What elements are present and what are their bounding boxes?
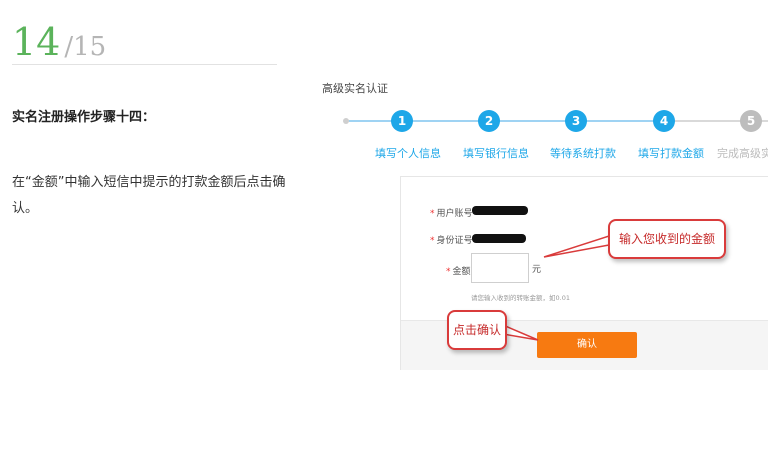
- step-title: 实名注册操作步骤十四：: [12, 110, 156, 125]
- id-row: * 身份证号: [430, 233, 473, 246]
- id-number-label: 身份证号: [436, 236, 473, 246]
- confirm-button[interactable]: 确认: [537, 332, 637, 358]
- amount-input[interactable]: [471, 253, 529, 283]
- account-value-redacted: [472, 206, 528, 215]
- confirm-callout: 点击确认: [447, 310, 507, 350]
- step-label-3: 等待系统打款: [550, 147, 616, 160]
- step-counter: 14/15: [12, 20, 106, 64]
- step-label-2: 填写银行信息: [463, 147, 529, 160]
- account-row: * 用户账号: [430, 206, 473, 219]
- step-node-5: 5: [740, 110, 762, 132]
- required-mark: *: [430, 236, 435, 246]
- amount-unit: 元: [532, 265, 542, 275]
- amount-callout: 输入您收到的金额: [608, 219, 726, 259]
- verification-page-title: 高级实名认证: [322, 82, 388, 95]
- required-mark: *: [446, 267, 451, 277]
- id-number-value-redacted: [472, 234, 526, 243]
- required-mark: *: [430, 209, 435, 219]
- step-label-5: 完成高级实名: [717, 147, 768, 160]
- account-label: 用户账号: [436, 209, 473, 219]
- step-label-1: 填写个人信息: [375, 147, 441, 160]
- amount-row: * 金额: [446, 264, 471, 277]
- header-divider: [12, 64, 277, 65]
- step-node-2: 2: [478, 110, 500, 132]
- step-node-1: 1: [391, 110, 413, 132]
- amount-label: 金额: [452, 267, 471, 277]
- step-node-4: 4: [653, 110, 675, 132]
- step-label-4: 填写打款金额: [638, 147, 704, 160]
- current-step-number: 14: [12, 20, 61, 64]
- step-description: 在“金额”中输入短信中提示的打款金额后点击确认。: [12, 175, 286, 216]
- amount-hint: 请您输入收到的转账金额，如0.01: [471, 294, 570, 302]
- step-node-3: 3: [565, 110, 587, 132]
- total-steps: /15: [64, 32, 107, 62]
